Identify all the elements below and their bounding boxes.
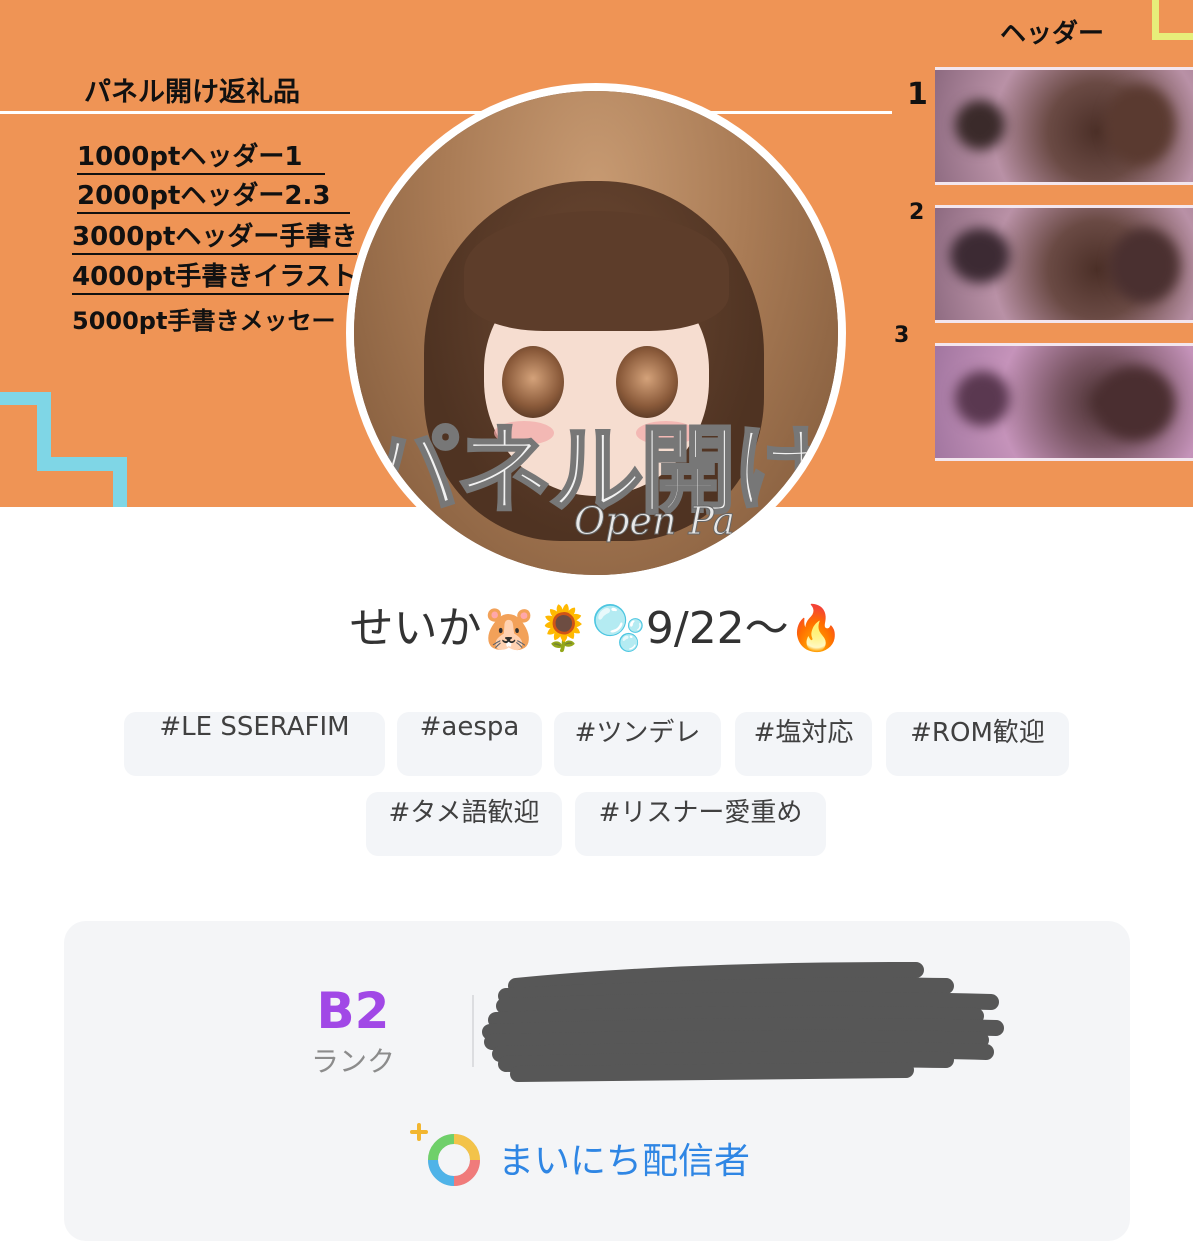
reward-item: 4000pt手書きイラスト — [72, 256, 357, 295]
rank-label: ランク — [310, 1045, 395, 1078]
tag-chip[interactable]: #ツンデレ — [554, 712, 721, 776]
avatar-bangs — [464, 211, 729, 331]
header-sample-image — [935, 67, 1193, 185]
header-sample-image — [935, 205, 1193, 323]
redaction-scribble — [482, 962, 1004, 1082]
header-sample-image — [935, 343, 1193, 461]
profile-name: せいか🐹🌻🫧9/22〜🔥 — [349, 603, 844, 654]
header-number: 3 — [894, 323, 910, 348]
avatar-overlay-subtext: Open Pa — [573, 499, 736, 544]
avatar[interactable]: パネル開け Open Pa — [346, 83, 846, 583]
tag-chip[interactable]: #タメ語歓迎 — [366, 792, 562, 856]
reward-item: 3000ptヘッダー手書き — [72, 216, 358, 255]
header-samples-label: ヘッダー — [1000, 19, 1105, 49]
reward-item: 5000pt手書きメッセー — [72, 307, 336, 335]
tag-chip[interactable]: #aespa — [397, 712, 542, 776]
header-number: 2 — [909, 200, 925, 225]
tag-chip[interactable]: #塩対応 — [735, 712, 872, 776]
header-number: 1 — [907, 77, 928, 112]
reward-item: 2000ptヘッダー2.3 — [77, 175, 351, 214]
daily-streamer-label: まいにち配信者 — [498, 1141, 751, 1182]
tag-chip[interactable]: #リスナー愛重め — [575, 792, 826, 856]
daily-ring-icon — [410, 1123, 480, 1186]
tag-chip[interactable]: #LE SSERAFIM — [124, 712, 385, 776]
rank-divider — [472, 995, 474, 1067]
tag-chip[interactable]: #ROM歓迎 — [886, 712, 1069, 776]
reward-list-title: パネル開け返礼品 — [84, 77, 300, 108]
decorative-step-shape — [0, 392, 127, 507]
decorative-frame — [1152, 0, 1193, 40]
rank-value: B2 — [316, 982, 390, 1040]
reward-item: 1000ptヘッダー1 — [77, 136, 325, 175]
